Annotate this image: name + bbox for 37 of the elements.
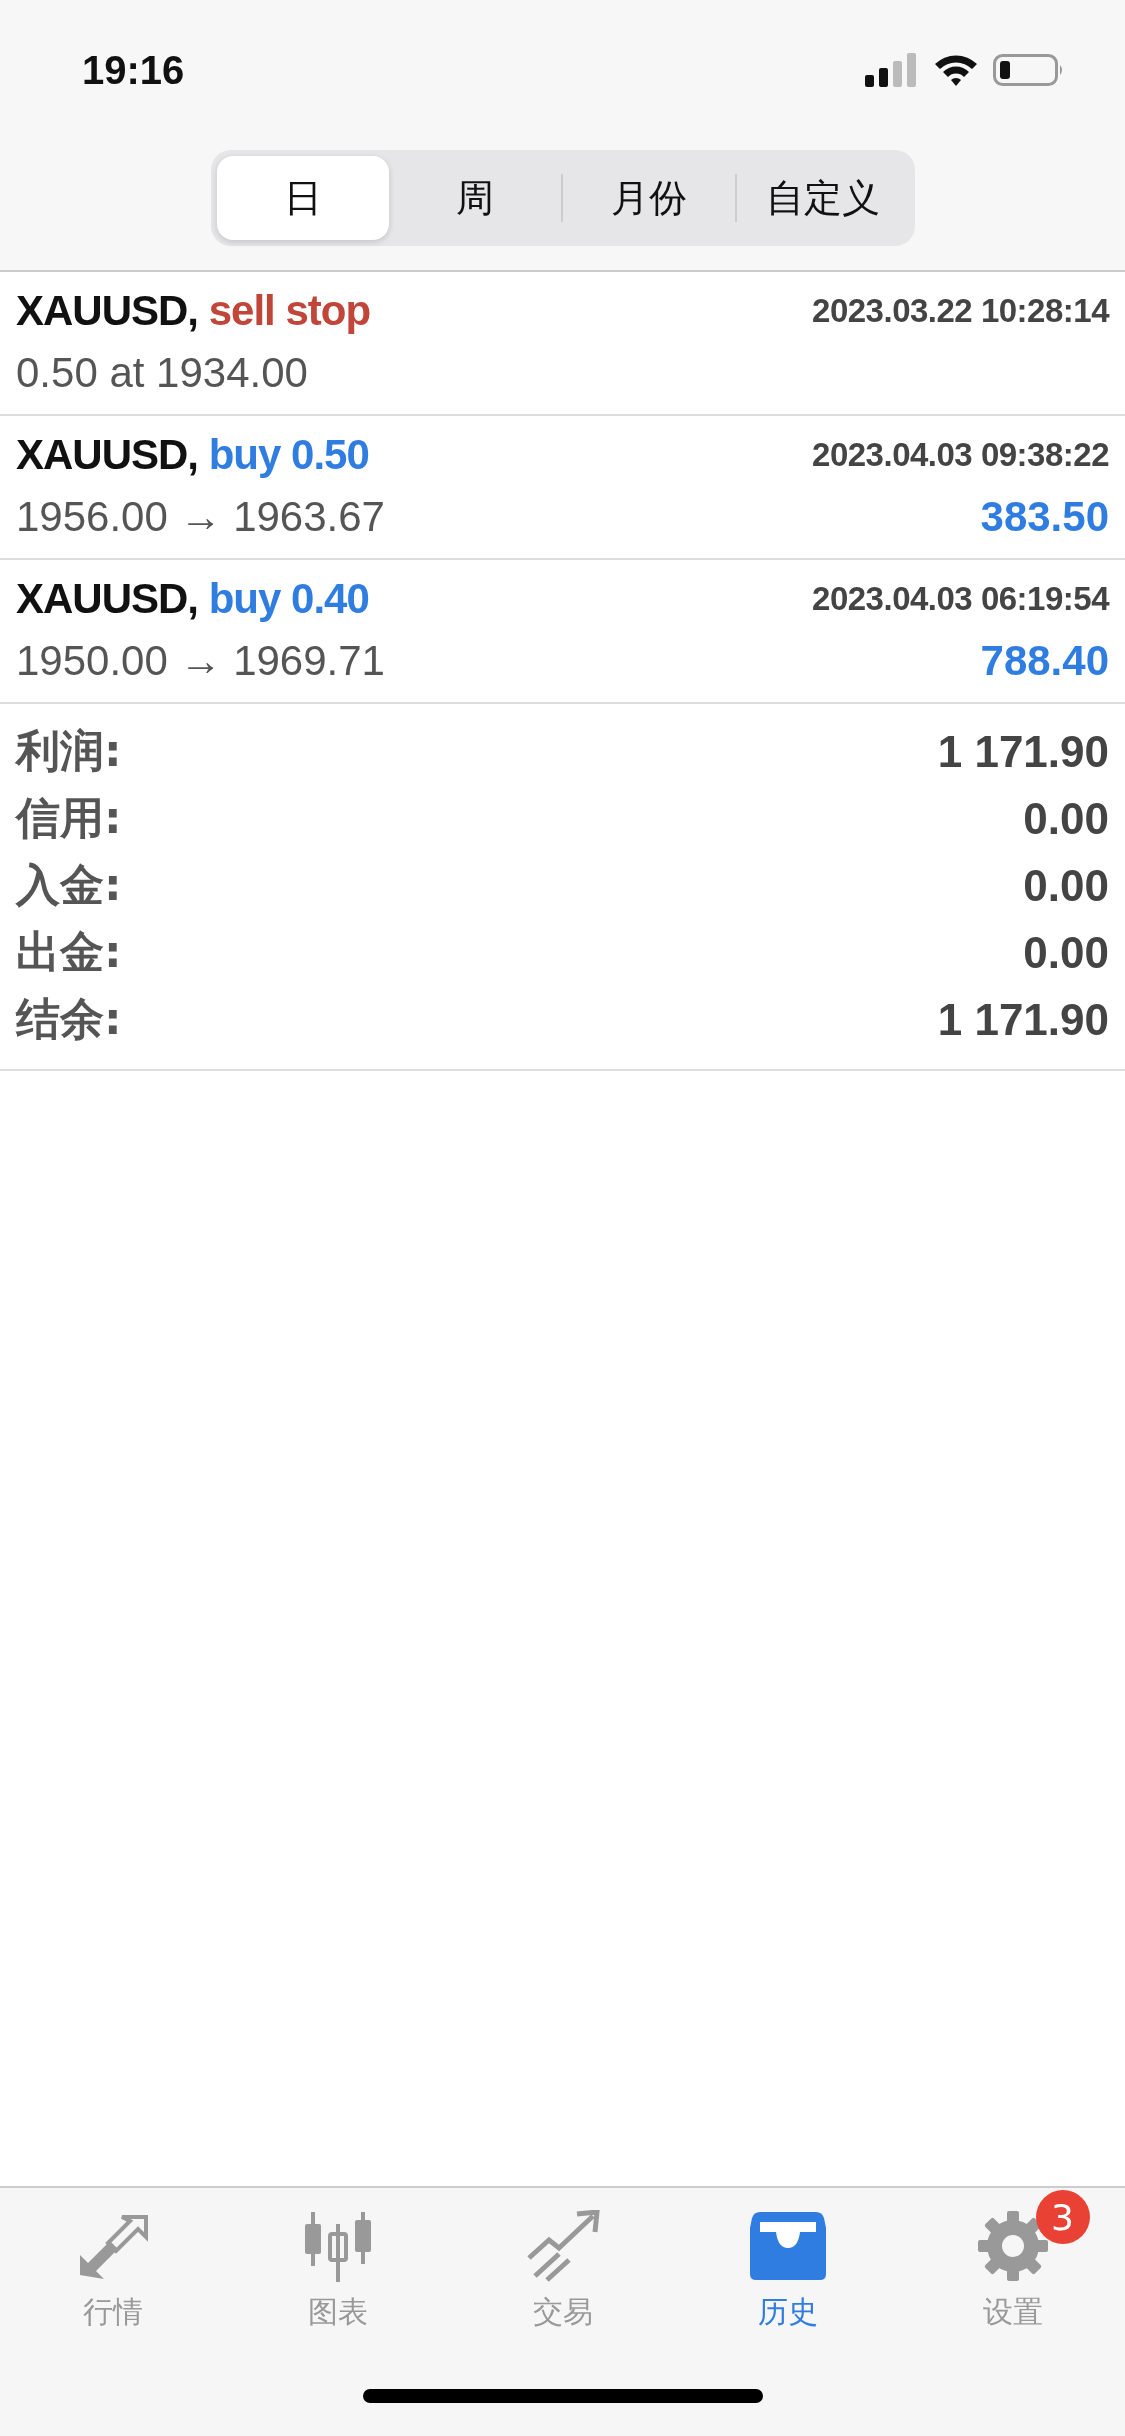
tab-bar-item[interactable]: 行情 [0,2188,225,2356]
summary-value: 0.00 [1023,793,1109,844]
order-profit: 788.40 [980,637,1109,685]
battery-icon [993,53,1065,87]
order-detail: 1950.00 → 1969.71 [16,637,385,685]
inbox-tray-icon [749,2212,826,2280]
period-tab[interactable]: 日 [216,156,389,240]
summary-value: 0.00 [1023,927,1109,978]
summary-label: 信用: [16,791,122,845]
order-profit: 383.50 [980,493,1109,541]
order-time: 2023.04.03 06:19:54 [812,580,1109,618]
summary-value: 1 171.90 [937,994,1109,1045]
gear-icon [975,2209,1050,2283]
wifi-icon [933,53,979,87]
tab-bar-item[interactable]: 交易 [450,2188,675,2356]
summary-value: 0.00 [1023,860,1109,911]
tab-bar-item[interactable]: 历史 [675,2188,900,2356]
period-tab[interactable]: 月份 [562,156,735,240]
order-detail: 1956.00 → 1963.67 [16,493,385,541]
status-time: 19:16 [82,47,185,93]
order-detail: 0.50 at 1934.00 [16,349,308,397]
tab-bar-item[interactable]: 3 设置 [900,2188,1125,2356]
summary-label: 出金: [16,925,122,979]
summary-label: 入金: [16,858,122,912]
order-time: 2023.03.22 10:28:14 [812,292,1109,330]
period-tab[interactable]: 自定义 [736,156,909,240]
order-title: XAUUSD, buy 0.50 [16,431,369,479]
order-title: XAUUSD, buy 0.40 [16,575,369,623]
order-title: XAUUSD, sell stop [16,287,371,335]
period-tab[interactable]: 周 [388,156,561,240]
summary-label: 利润: [16,724,122,778]
summary-label: 结余: [16,992,122,1046]
signal-icon [865,53,919,87]
notification-badge: 3 [1035,2190,1090,2244]
tab-bar-item[interactable]: 图表 [225,2188,450,2356]
order-time: 2023.04.03 09:38:22 [812,436,1109,474]
summary-value: 1 171.90 [937,726,1109,777]
